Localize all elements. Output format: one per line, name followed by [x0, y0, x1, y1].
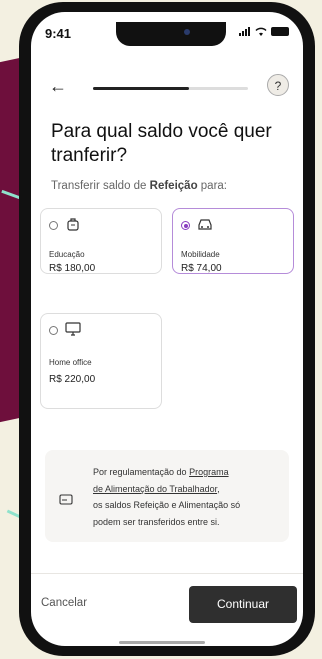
option-label: Home office: [49, 358, 92, 367]
car-icon: [198, 219, 212, 230]
radio-button[interactable]: [49, 326, 58, 335]
cancel-button[interactable]: Cancelar: [41, 597, 87, 609]
card-icon: [59, 494, 73, 505]
info-text-line: os saldos Refeição e Alimentação só: [93, 500, 241, 510]
wifi-icon: [255, 27, 267, 36]
battery-icon: [271, 27, 289, 36]
radio-button[interactable]: [49, 221, 58, 230]
footer-divider: [31, 573, 303, 574]
camera-dot: [184, 29, 190, 35]
info-text: Por regulamentação do Programa de Alimen…: [93, 464, 278, 530]
info-text-comma: ,: [217, 483, 220, 494]
continue-button[interactable]: Continuar: [189, 586, 297, 623]
progress-fill: [93, 87, 190, 90]
option-balance: R$ 220,00: [49, 374, 96, 385]
status-icons: [239, 27, 289, 36]
info-text-line: podem ser transferidos entre si.: [93, 516, 220, 527]
subtitle-prefix: Transferir saldo de: [51, 180, 150, 192]
info-box: Por regulamentação do Programa de Alimen…: [45, 450, 289, 542]
page-subtitle: Transferir saldo de Refeição para:: [51, 180, 227, 192]
status-time: 9:41: [45, 26, 72, 41]
notch: [116, 22, 226, 46]
option-label: Mobilidade: [181, 250, 220, 259]
progress-bar: [93, 87, 248, 90]
subtitle-source: Refeição: [149, 180, 198, 192]
program-link-continued[interactable]: de Alimentação do Trabalhador: [93, 484, 217, 494]
option-balance: R$ 74,00: [181, 263, 222, 274]
subtitle-suffix: para:: [197, 180, 228, 192]
signal-icon: [239, 27, 250, 36]
status-bar: 9:41: [31, 22, 303, 46]
backpack-icon: [67, 218, 79, 231]
info-text-prefix: Por regulamentação do: [93, 467, 190, 477]
help-icon[interactable]: ?: [267, 74, 289, 96]
phone-frame: 9:41 ← ? Para qual saldo você quer tranf…: [19, 2, 315, 656]
monitor-icon: [65, 322, 81, 336]
home-indicator: [119, 641, 205, 644]
radio-button-selected[interactable]: [181, 221, 190, 230]
option-card-mobilidade[interactable]: Mobilidade R$ 74,00: [172, 208, 294, 274]
option-card-educacao[interactable]: Educação R$ 180,00: [40, 208, 162, 274]
back-arrow-icon[interactable]: ←: [49, 76, 67, 97]
option-card-home-office[interactable]: Home office R$ 220,00: [40, 313, 162, 409]
program-link[interactable]: Programa: [189, 467, 229, 477]
phone-screen: 9:41 ← ? Para qual saldo você quer tranf…: [31, 12, 303, 646]
option-balance: R$ 180,00: [49, 263, 96, 274]
option-label: Educação: [49, 250, 85, 259]
top-nav: ← ?: [31, 74, 303, 104]
page-title: Para qual saldo você quer tranferir?: [51, 121, 272, 166]
